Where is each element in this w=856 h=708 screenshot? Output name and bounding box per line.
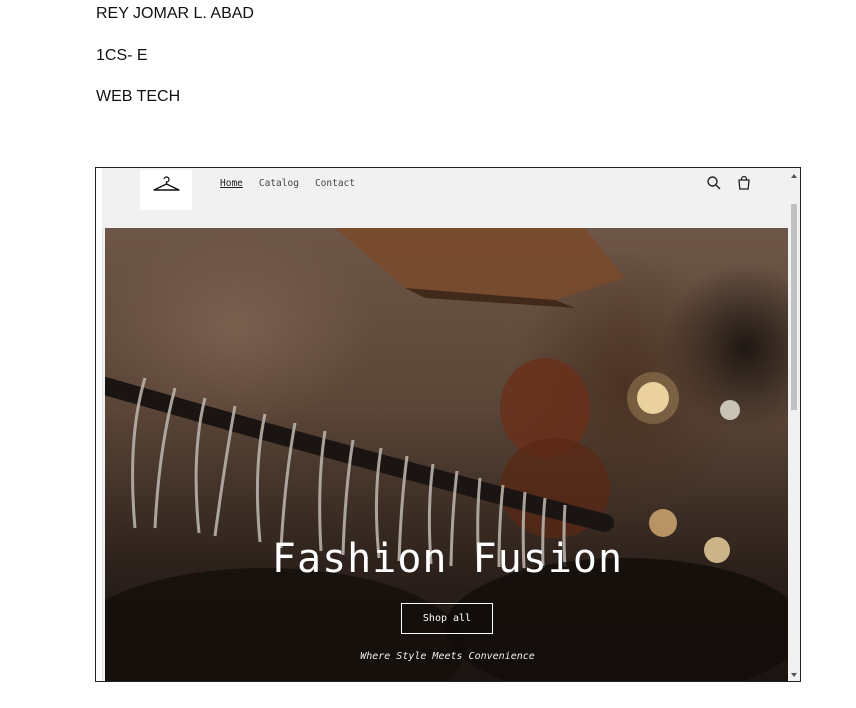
nav-catalog[interactable]: Catalog <box>259 178 299 189</box>
main-nav: Home Catalog Contact <box>220 178 355 189</box>
student-section: 1CS- E <box>96 47 148 64</box>
search-icon[interactable] <box>706 175 722 191</box>
website-screenshot-frame: Home Catalog Contact Fashion Fusion Shop… <box>95 167 801 682</box>
hero-tagline: Where Style Meets Convenience <box>360 651 535 662</box>
frame-gutter <box>96 168 103 681</box>
site-logo[interactable] <box>140 170 192 210</box>
shop-all-button[interactable]: Shop all <box>401 603 493 634</box>
hanger-logo-icon <box>153 176 180 191</box>
scrollbar[interactable] <box>788 168 800 681</box>
nav-home[interactable]: Home <box>220 178 243 189</box>
cart-icon[interactable] <box>736 175 752 191</box>
scroll-up-icon[interactable] <box>791 174 797 178</box>
scroll-thumb[interactable] <box>791 204 797 410</box>
subject-title: WEB TECH <box>96 88 181 105</box>
student-name: REY JOMAR L. ABAD <box>96 5 254 22</box>
site-header: Home Catalog Contact <box>102 168 788 228</box>
scroll-down-icon[interactable] <box>791 673 797 677</box>
hero-title: Fashion Fusion <box>271 536 624 582</box>
nav-contact[interactable]: Contact <box>315 178 355 189</box>
hero-banner: Fashion Fusion Shop all Where Style Meet… <box>105 228 790 681</box>
